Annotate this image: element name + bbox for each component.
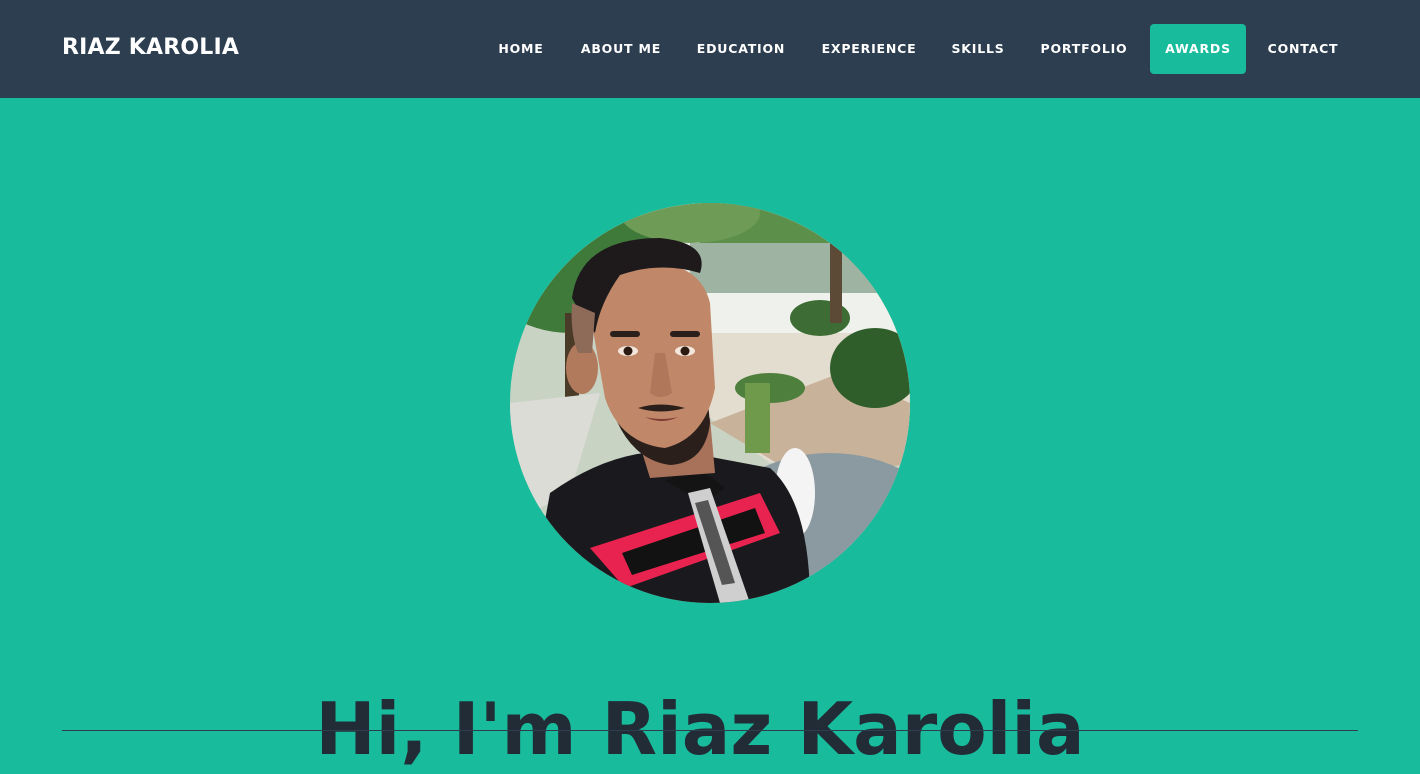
profile-avatar	[510, 203, 910, 603]
nav-link-portfolio[interactable]: PORTFOLIO	[1027, 24, 1141, 74]
nav-link-home[interactable]: HOME	[484, 24, 558, 74]
nav-link-education[interactable]: EDUCATION	[683, 24, 799, 74]
navbar: RIAZ KAROLIA HOME ABOUT ME EDUCATION EXP…	[0, 0, 1420, 98]
hero-divider	[62, 730, 1358, 731]
nav-link-skills[interactable]: SKILLS	[940, 24, 1016, 74]
profile-photo	[510, 203, 910, 603]
nav-link-about-me[interactable]: ABOUT ME	[566, 24, 676, 74]
brand-logo[interactable]: RIAZ KAROLIA	[62, 33, 239, 63]
nav-link-contact[interactable]: CONTACT	[1254, 24, 1352, 74]
nav-link-awards[interactable]: AWARDS	[1150, 24, 1246, 74]
nav-link-experience[interactable]: EXPERIENCE	[808, 24, 930, 74]
